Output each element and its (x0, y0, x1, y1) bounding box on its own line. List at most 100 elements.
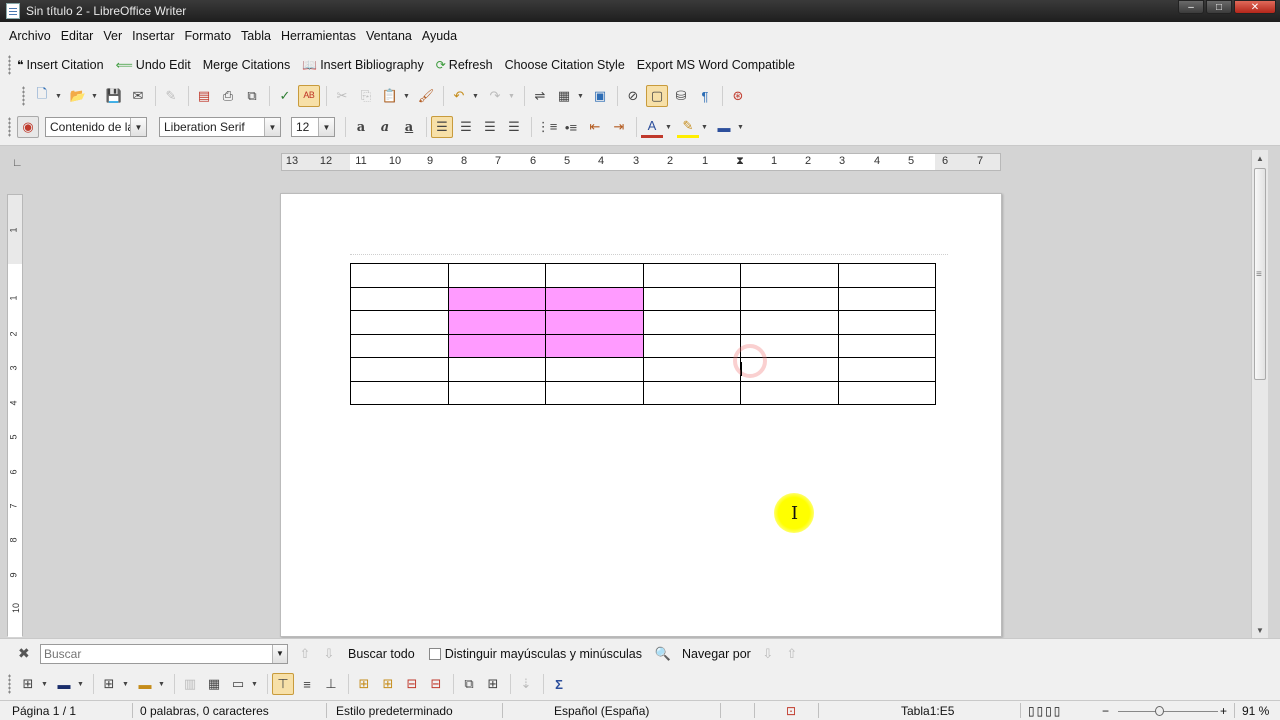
export-pdf-icon[interactable]: ▤ (193, 85, 215, 107)
table-cell[interactable] (350, 357, 449, 382)
edit-mode-icon[interactable]: ✎ (160, 85, 182, 107)
find-all-button[interactable]: Buscar todo (348, 647, 415, 661)
table-cell[interactable] (350, 333, 449, 358)
chevron-down-icon[interactable]: ▼ (665, 124, 673, 131)
merge-citations-button[interactable]: Merge Citations (203, 58, 291, 72)
align-middle-icon[interactable]: ≡ (296, 673, 318, 695)
table-cell[interactable] (642, 310, 741, 335)
chevron-down-icon[interactable]: ▼ (701, 124, 709, 131)
match-case-checkbox[interactable] (428, 647, 441, 660)
table-cell[interactable] (740, 263, 839, 288)
align-center-icon[interactable]: ☰ (455, 116, 477, 138)
table-cell[interactable] (545, 310, 644, 335)
autoformat-icon[interactable]: ⧉ (458, 673, 480, 695)
zoom-slider[interactable] (1118, 711, 1218, 712)
hyperlink-icon[interactable]: ⇌ (529, 85, 551, 107)
chevron-down-icon[interactable]: ▼ (577, 93, 585, 100)
scroll-down-icon[interactable]: ▼ (1252, 622, 1268, 638)
page-count[interactable]: Página 1 / 1 (12, 704, 76, 718)
table-cell[interactable] (545, 263, 644, 288)
table-cell[interactable] (350, 380, 449, 405)
word-count[interactable]: 0 palabras, 0 caracteres (140, 704, 269, 718)
table-cell[interactable] (447, 286, 546, 311)
clone-formatting-icon[interactable]: 🖌 (415, 85, 437, 107)
navigate-down-icon[interactable]: ⇩ (757, 643, 779, 665)
chevron-down-icon[interactable]: ▼ (318, 118, 334, 136)
page-style[interactable]: Estilo predeterminado (336, 704, 453, 718)
find-previous-icon[interactable]: ⇧ (294, 643, 316, 665)
font-color-icon[interactable]: A (641, 116, 663, 138)
border-color-icon[interactable]: ▬ (53, 673, 75, 695)
copy-icon[interactable]: ⎘ (355, 85, 377, 107)
table-properties-dialog-icon[interactable]: ⊞ (482, 673, 504, 695)
sum-icon[interactable]: Σ (548, 673, 570, 695)
table-cell[interactable] (740, 310, 839, 335)
insert-bibliography-button[interactable]: 📖 Insert Bibliography (302, 58, 423, 72)
view-layout-icons[interactable]: ▯▯▯▯ (1028, 704, 1062, 718)
justify-icon[interactable]: ☰ (503, 116, 525, 138)
borders-icon[interactable]: ⊞ (98, 673, 120, 695)
table-cell[interactable] (642, 333, 741, 358)
navigate-by-label[interactable]: Navegar por (682, 647, 751, 661)
chevron-down-icon[interactable]: ▼ (130, 118, 146, 136)
menu-herramientas[interactable]: Herramientas (276, 29, 361, 43)
split-cells-icon[interactable]: ▦ (203, 673, 225, 695)
table-cell[interactable] (350, 263, 449, 288)
minimize-button[interactable]: – (1178, 0, 1204, 14)
language[interactable]: Español (España) (554, 704, 649, 718)
toolbar-grip[interactable] (22, 86, 25, 106)
autospell-icon[interactable]: ᴬᴮ (298, 85, 320, 107)
font-name-combo[interactable]: Liberation Serif ▼ (159, 117, 281, 137)
spellcheck-icon[interactable]: ✓ (274, 85, 296, 107)
table-icon[interactable]: ▦ (553, 85, 575, 107)
table-cell[interactable] (642, 263, 741, 288)
menu-ventana[interactable]: Ventana (361, 29, 417, 43)
vertical-ruler[interactable]: 1 1 2 3 4 5 6 7 8 9 10 (7, 194, 23, 637)
horizontal-ruler[interactable]: 13 12 11 10 9 8 7 6 5 4 3 2 1 ⧗ 1 2 3 4 … (281, 153, 1001, 171)
insert-row-icon[interactable]: ⊞ (353, 673, 375, 695)
cut-icon[interactable]: ✂ (331, 85, 353, 107)
undo-icon[interactable]: ↶ (448, 85, 470, 107)
menu-insertar[interactable]: Insertar (127, 29, 179, 43)
table-cell[interactable] (545, 333, 644, 358)
sort-icon[interactable]: ⇣ (515, 673, 537, 695)
zoom-level[interactable]: 91 % (1242, 704, 1269, 718)
table-cell[interactable] (545, 380, 644, 405)
insert-citation-button[interactable]: ❝ Insert Citation (17, 58, 104, 72)
chevron-down-icon[interactable]: ▼ (264, 118, 280, 136)
search-input[interactable] (41, 646, 272, 661)
paragraph-style-combo[interactable]: Contenido de la ▼ (45, 117, 147, 137)
navigate-up-icon[interactable]: ⇧ (781, 643, 803, 665)
optimize-icon[interactable]: ▭ (227, 673, 249, 695)
font-size-combo[interactable]: 12 ▼ (291, 117, 335, 137)
export-ms-word-button[interactable]: Export MS Word Compatible (637, 58, 795, 72)
table-cell[interactable] (350, 310, 449, 335)
document-modified-icon[interactable]: ⊡ (786, 704, 796, 718)
underline-icon[interactable]: a (398, 116, 420, 138)
zoom-in-icon[interactable]: + (1220, 704, 1227, 718)
chevron-down-icon[interactable]: ▼ (403, 93, 411, 100)
formatting-marks-icon[interactable]: ¶ (694, 85, 716, 107)
menu-archivo[interactable]: Archivo (4, 29, 56, 43)
find-replace-icon[interactable]: 🔍 (652, 643, 674, 665)
table-cell[interactable] (837, 286, 936, 311)
table-cell[interactable] (350, 286, 449, 311)
styles-icon[interactable]: ◉ (17, 116, 39, 138)
table-cell[interactable] (447, 357, 546, 382)
menu-editar[interactable]: Editar (56, 29, 99, 43)
table-properties-icon[interactable]: ⊞ (17, 673, 39, 695)
table-cell[interactable] (837, 357, 936, 382)
decrease-indent-icon[interactable]: ⇤ (584, 116, 606, 138)
increase-indent-icon[interactable]: ⇥ (608, 116, 630, 138)
numbering-icon[interactable]: ⋮≡ (536, 116, 558, 138)
table-cell[interactable] (642, 357, 741, 382)
align-top-icon[interactable]: ⊤ (272, 673, 294, 695)
chevron-down-icon[interactable]: ▼ (472, 93, 480, 100)
table-cell[interactable] (837, 310, 936, 335)
print-preview-icon[interactable]: ⧉ (241, 85, 263, 107)
background-color-icon[interactable]: ▬ (713, 116, 735, 138)
align-left-icon[interactable]: ☰ (431, 116, 453, 138)
cell-background-icon[interactable]: ▬ (134, 673, 156, 695)
menu-tabla[interactable]: Tabla (236, 29, 276, 43)
chevron-down-icon[interactable]: ▼ (158, 681, 166, 688)
